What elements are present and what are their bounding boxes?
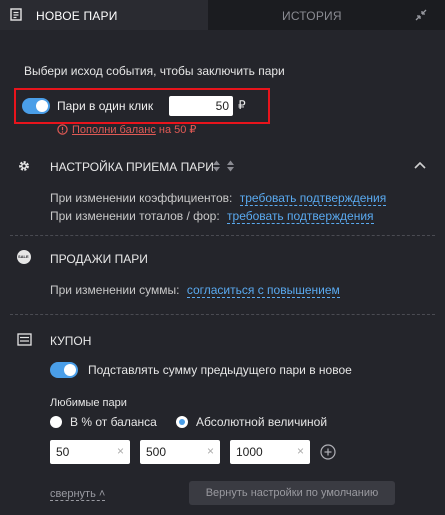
settings-title: НАСТРОЙКА ПРИЕМА ПАРИ (50, 160, 214, 174)
prev-sum-label: Подставлять сумму предыдущего пари в нов… (88, 363, 352, 377)
tab-bar: НОВОЕ ПАРИ ИСТОРИЯ (0, 0, 445, 30)
add-amount-icon[interactable] (320, 444, 336, 460)
one-click-label: Пари в один клик (57, 99, 154, 113)
clear-icon[interactable]: × (297, 444, 304, 458)
balance-warning: Пополни баланс на 50 ₽ (72, 123, 196, 136)
sale-icon-text: SALE (18, 254, 29, 259)
currency-symbol: ₽ (238, 98, 246, 112)
coupon-icon (10, 8, 22, 21)
coupon-title: КУПОН (50, 334, 92, 348)
totals-change-option[interactable]: требовать подтверждения (227, 209, 374, 224)
sum-change-label: При изменении суммы: (50, 283, 180, 297)
favorite-amount-2[interactable]: 500 × (140, 440, 220, 464)
odds-change-option[interactable]: требовать подтверждения (239, 191, 387, 206)
radio-absolute[interactable] (176, 416, 188, 428)
favorite-amount-2-value: 500 (146, 445, 167, 459)
favorite-amount-3-value: 1000 (236, 445, 263, 459)
chevron-up-icon[interactable] (413, 160, 427, 170)
clear-icon[interactable]: × (117, 444, 124, 458)
sum-change-option[interactable]: согласиться с повышением (186, 283, 340, 298)
warning-rest: на 50 ₽ (158, 124, 197, 136)
radio-percent-label: В % от баланса (70, 415, 157, 429)
intro-text: Выбери исход события, чтобы заключить па… (24, 64, 285, 78)
divider-1 (10, 235, 435, 236)
odds-change-row: При изменении коэффициентов: требовать п… (50, 191, 387, 206)
sales-title: ПРОДАЖИ ПАРИ (50, 252, 148, 266)
radio-absolute-label: Абсолютной величиной (196, 415, 328, 429)
collapse-label: свернуть (50, 488, 96, 500)
collapse-link[interactable]: свернуть ˄ (50, 488, 106, 501)
one-click-toggle[interactable] (22, 98, 50, 114)
favorite-amount-3[interactable]: 1000 × (230, 440, 310, 464)
divider-2 (10, 314, 435, 315)
favorites-title: Любимые пари (50, 397, 127, 409)
radio-percent[interactable] (50, 416, 62, 428)
sum-change-row: При изменении суммы: согласиться с повыш… (50, 283, 340, 298)
favorite-amount-1[interactable]: 50 × (50, 440, 130, 464)
reset-settings-button[interactable]: Вернуть настройки по умолчанию (189, 481, 395, 505)
collapse-icon[interactable] (414, 8, 428, 22)
sale-icon: SALE (17, 250, 31, 264)
favorite-amount-1-value: 50 (56, 445, 70, 459)
reorder-arrows-icon[interactable] (211, 159, 237, 173)
one-click-amount-value: 50 (215, 99, 229, 113)
totals-change-row: При изменении тоталов / фор: требовать п… (50, 209, 374, 224)
one-click-amount-input[interactable]: 50 (169, 96, 233, 116)
tab-new-bet[interactable]: НОВОЕ ПАРИ (0, 0, 208, 30)
top-up-balance-link[interactable]: Пополни баланс (72, 124, 156, 136)
odds-change-label: При изменении коэффициентов: (50, 191, 233, 205)
chevron-up-small-icon: ˄ (98, 488, 106, 500)
totals-change-label: При изменении тоталов / фор: (50, 209, 220, 223)
warning-icon (57, 124, 68, 135)
coupon-list-icon (17, 333, 32, 346)
prev-sum-toggle[interactable] (50, 362, 78, 378)
tab-new-bet-label: НОВОЕ ПАРИ (36, 9, 118, 23)
gear-icon (19, 161, 29, 171)
clear-icon[interactable]: × (207, 444, 214, 458)
tab-history[interactable]: ИСТОРИЯ (282, 9, 342, 23)
